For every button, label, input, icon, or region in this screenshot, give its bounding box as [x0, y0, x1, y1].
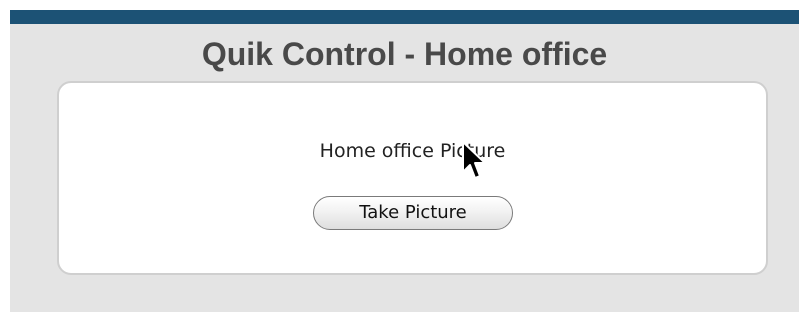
page-title: Quik Control - Home office [201, 36, 608, 72]
picture-label: Home office Picture [319, 140, 506, 162]
top-accent-bar [10, 10, 799, 24]
page-panel: Quik Control - Home office Home office P… [10, 24, 799, 312]
camera-panel: Home office Picture Take Picture [57, 81, 768, 275]
take-picture-button[interactable]: Take Picture [313, 196, 513, 230]
